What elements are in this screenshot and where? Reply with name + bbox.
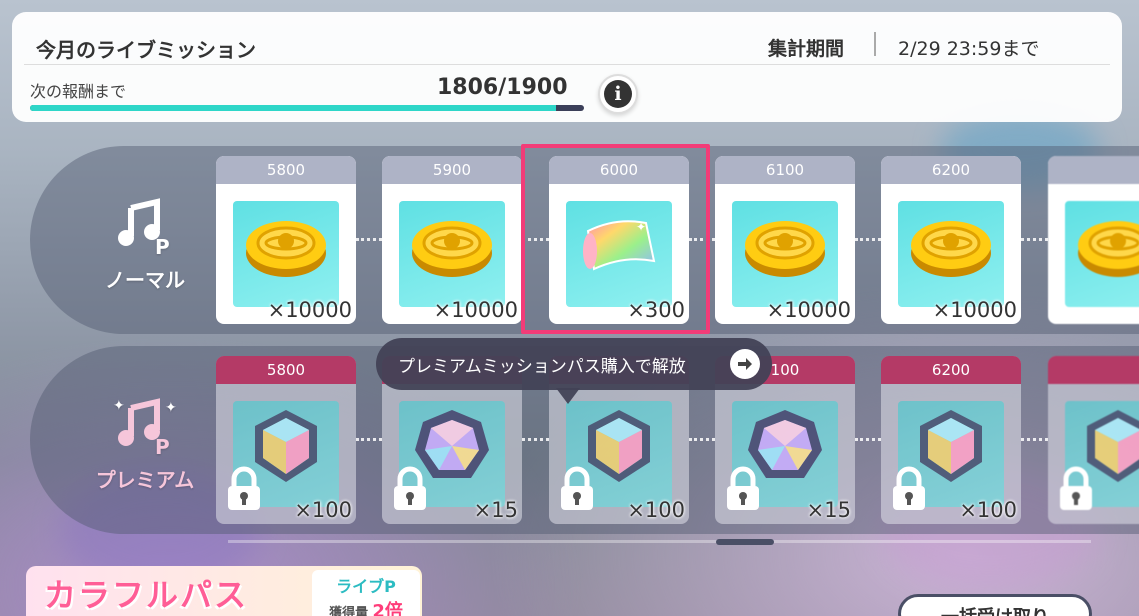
milestone-label: 6200 (881, 156, 1021, 184)
lock-icon (723, 466, 763, 512)
reward-quantity: ×15 (806, 498, 851, 522)
reward-connector (855, 438, 881, 441)
svg-text:P: P (155, 435, 170, 458)
lock-icon (224, 466, 264, 512)
reward-quantity: ×10000 (766, 298, 851, 322)
milestone-label (1048, 156, 1139, 184)
scroll-thumb[interactable] (716, 539, 774, 545)
normal-track-label: P ノーマル (70, 194, 220, 293)
period-label: 集計期間 (768, 38, 845, 60)
premium-reward-card[interactable] (1048, 356, 1139, 524)
premium-track-label: P ✦ ✦ プレミアム (70, 394, 220, 493)
premium-reward-card[interactable]: 5800 ×100 (216, 356, 356, 524)
banner-side-panel: ライブP 獲得量 2倍 (312, 570, 420, 616)
coin-icon (233, 201, 339, 307)
reward-connector (855, 238, 881, 241)
reward-connector (356, 238, 382, 241)
reward-connector (689, 438, 715, 441)
svg-text:P: P (155, 235, 170, 258)
reward-quantity: ×10000 (267, 298, 352, 322)
period-value: 2/29 23:59まで (898, 38, 1040, 60)
normal-reward-card[interactable]: × (1048, 156, 1139, 324)
info-button[interactable]: i (598, 74, 638, 114)
lock-icon (889, 466, 929, 512)
banner-title: カラフルパス (44, 576, 249, 614)
coin-icon (1065, 201, 1139, 307)
tooltip-tail (556, 388, 580, 404)
progress-fill (30, 105, 557, 111)
music-note-p-icon: P (118, 198, 170, 258)
coin-icon (732, 201, 838, 307)
colorful-pass-banner[interactable]: カラフルパス ライブP 獲得量 2倍 (26, 566, 422, 616)
lock-icon (390, 466, 430, 512)
header-divider (24, 64, 1110, 65)
svg-text:✦: ✦ (113, 398, 125, 414)
current-reward-highlight (521, 144, 710, 334)
mission-header: 今月のライブミッション 集計期間 2/29 23:59まで 次の報酬まで 180… (12, 12, 1122, 122)
reward-quantity: ×10000 (433, 298, 518, 322)
coin-icon (898, 201, 1004, 307)
reward-connector (1021, 238, 1048, 241)
progress-value: 1806/1900 (437, 75, 568, 100)
reward-quantity: ×100 (959, 498, 1017, 522)
tooltip-text: プレミアムミッションパス購入で解放 (398, 356, 686, 377)
info-icon: i (604, 80, 632, 108)
normal-reward-card[interactable]: 6100 ×10000 (715, 156, 855, 324)
banner-side-line1: ライブP (336, 577, 396, 596)
scroll-track[interactable] (228, 540, 1091, 543)
reward-quantity: ×15 (473, 498, 518, 522)
claim-all-button[interactable]: 一括受け取り (898, 594, 1092, 616)
milestone-label: 6100 (715, 156, 855, 184)
banner-side-line2: 獲得量 2倍 (312, 597, 420, 616)
banner-side-prefix: 獲得量 (329, 606, 369, 616)
banner-side-value: 2倍 (372, 601, 403, 616)
milestone-label (1048, 356, 1139, 384)
arrow-right-icon[interactable] (730, 349, 760, 379)
normal-label-text: ノーマル (105, 268, 185, 292)
lock-icon (1056, 466, 1096, 512)
unlock-tooltip[interactable]: プレミアムミッションパス購入で解放 (376, 338, 772, 390)
normal-reward-card[interactable]: 6200 ×10000 (881, 156, 1021, 324)
milestone-label: 6200 (881, 356, 1021, 384)
reward-quantity: ×100 (627, 498, 685, 522)
milestone-label: 5900 (382, 156, 522, 184)
reward-quantity: ×10000 (932, 298, 1017, 322)
page-title: 今月のライブミッション (36, 38, 256, 62)
premium-reward-card[interactable]: 6200 ×100 (881, 356, 1021, 524)
lock-icon (557, 466, 597, 512)
reward-connector (522, 438, 549, 441)
milestone-label: 5800 (216, 156, 356, 184)
coin-icon (399, 201, 505, 307)
normal-reward-card[interactable]: 5900 ×10000 (382, 156, 522, 324)
period-separator (874, 32, 876, 56)
reward-connector (356, 438, 382, 441)
progress-bar (30, 105, 584, 111)
reward-quantity: ×100 (294, 498, 352, 522)
next-reward-label: 次の報酬まで (30, 82, 127, 101)
svg-text:✦: ✦ (165, 400, 177, 416)
normal-reward-card[interactable]: 5800 ×10000 (216, 156, 356, 324)
premium-label-text: プレミアム (95, 468, 195, 492)
premium-music-note-icon: P ✦ ✦ (113, 398, 177, 458)
milestone-label: 5800 (216, 356, 356, 384)
reward-connector (1021, 438, 1048, 441)
